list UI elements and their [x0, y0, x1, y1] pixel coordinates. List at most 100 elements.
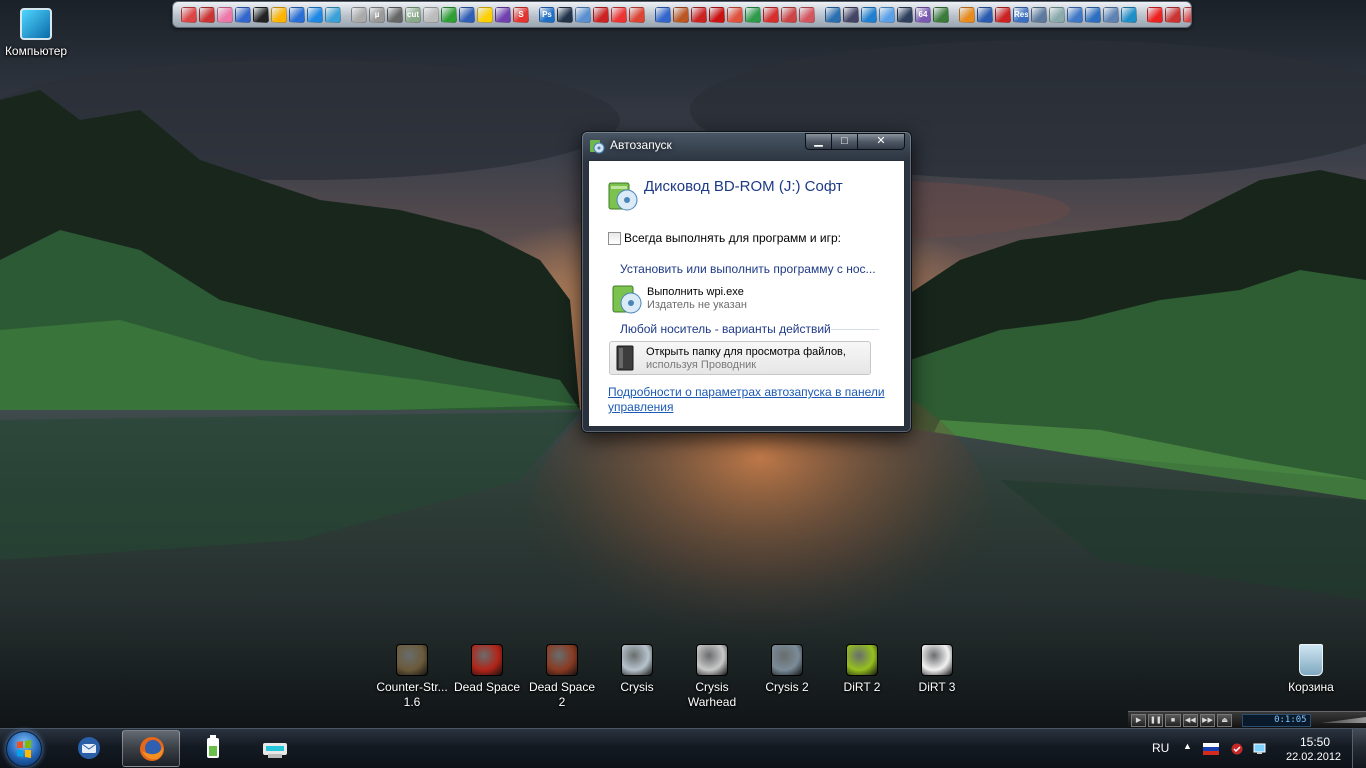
run-program-option[interactable]: Выполнить wpi.exe Издатель не указан — [611, 283, 879, 315]
clock-time[interactable]: 15:50 — [1300, 735, 1330, 749]
quickbar-app-icon[interactable] — [745, 6, 761, 23]
quickbar-app-icon[interactable] — [727, 6, 743, 23]
desktop-icon-game[interactable]: DiRT 2 — [825, 644, 899, 695]
start-button[interactable] — [6, 731, 42, 767]
quickbar-app-icon[interactable] — [799, 6, 815, 23]
quickbar-app-icon[interactable] — [575, 6, 591, 23]
quickbar-app-icon[interactable] — [477, 6, 493, 23]
show-desktop-button[interactable] — [1352, 729, 1366, 768]
taskbar-printer-app[interactable] — [246, 730, 304, 767]
pause-button[interactable]: ❚❚ — [1148, 713, 1164, 727]
quickbar-app-icon[interactable]: 64 — [915, 6, 931, 23]
quickbar-app-icon[interactable] — [691, 6, 707, 23]
quickbar-app-icon[interactable] — [387, 6, 403, 23]
security-tray-icon[interactable] — [1229, 743, 1245, 755]
quickbar-app-icon[interactable] — [825, 6, 841, 23]
software-disc-icon — [608, 182, 638, 211]
volume-slider[interactable] — [1320, 717, 1366, 723]
quickbar-app-icon[interactable] — [1085, 6, 1101, 23]
window-titlebar[interactable]: Автозапуск ▁ □ ✕ — [582, 132, 911, 159]
quickbar-app-icon[interactable] — [843, 6, 859, 23]
desktop-icon-label: Crysis 2 — [765, 680, 809, 694]
always-checkbox[interactable] — [608, 231, 621, 245]
quickbar-app-icon[interactable] — [1147, 6, 1163, 23]
quickbar-app-icon[interactable] — [861, 6, 877, 23]
quickbar-app-icon[interactable] — [763, 6, 779, 23]
quickbar-app-icon[interactable] — [1183, 6, 1191, 23]
quickbar-app-icon[interactable]: Ps — [539, 6, 555, 23]
quickbar-app-icon[interactable] — [253, 6, 269, 23]
quickbar-app-icon[interactable] — [181, 6, 197, 23]
desktop-icon-game[interactable]: Crysis Warhead — [675, 644, 749, 710]
eject-button[interactable]: ⏏ — [1217, 713, 1233, 727]
quickbar-app-icon[interactable]: cut — [405, 6, 421, 23]
quickbar-app-icon[interactable] — [593, 6, 609, 23]
quickbar-app-icon[interactable] — [217, 6, 233, 23]
quickbar-app-icon[interactable] — [495, 6, 511, 23]
desktop-icon-game[interactable]: Counter-Str... 1.6 — [375, 644, 449, 710]
quickbar-app-icon[interactable] — [933, 6, 949, 23]
russia-flag-icon[interactable] — [1203, 743, 1219, 755]
quickbar-app-icon[interactable]: µ — [369, 6, 385, 23]
quickbar-app-icon[interactable] — [1031, 6, 1047, 23]
taskbar-battery-app[interactable] — [184, 730, 242, 767]
quickbar-app-icon[interactable] — [709, 6, 725, 23]
quickbar-app-icon[interactable] — [289, 6, 305, 23]
quickbar-app-icon[interactable] — [1165, 6, 1181, 23]
quickbar-app-icon[interactable] — [959, 6, 975, 23]
stop-button[interactable]: ■ — [1165, 713, 1181, 727]
quickbar-app-icon[interactable]: Res — [1013, 6, 1029, 23]
media-player-mini: ▶ ❚❚ ■ ◀◀ ▶▶ ⏏ 0:1:05 — [1128, 711, 1366, 728]
taskbar-thunderbird[interactable] — [60, 730, 118, 767]
next-button[interactable]: ▶▶ — [1199, 713, 1216, 727]
maximize-button[interactable]: □ — [831, 133, 858, 150]
quickbar-app-icon[interactable] — [199, 6, 215, 23]
minimize-button[interactable]: ▁ — [805, 133, 832, 150]
quickbar-app-icon[interactable] — [1103, 6, 1119, 23]
quickbar-app-icon[interactable] — [441, 6, 457, 23]
desktop-icon-label: DiRT 3 — [918, 680, 956, 694]
desktop-icon-game[interactable]: Dead Space — [450, 644, 524, 695]
quickbar-app-icon[interactable] — [235, 6, 251, 23]
network-tray-icon[interactable] — [1253, 743, 1269, 755]
quickbar-app-icon[interactable] — [629, 6, 645, 23]
desktop-icon-game[interactable]: DiRT 3 — [900, 644, 974, 695]
quickbar-app-icon[interactable] — [325, 6, 341, 23]
recycle-bin-icon — [1299, 644, 1323, 676]
quickbar-app-icon[interactable] — [977, 6, 993, 23]
desktop-icon-computer[interactable]: Компьютер — [0, 8, 72, 59]
quickbar-app-icon[interactable] — [673, 6, 689, 23]
quickbar-app-icon[interactable] — [1049, 6, 1065, 23]
autoplay-settings-link[interactable]: Подробности о параметрах автозапуска в п… — [608, 385, 893, 415]
quickbar-app-icon[interactable] — [423, 6, 439, 23]
quickbar-app-icon[interactable] — [611, 6, 627, 23]
quickbar-app-icon[interactable]: S — [513, 6, 529, 23]
quickbar-app-icon[interactable] — [271, 6, 287, 23]
quickbar-app-icon[interactable] — [459, 6, 475, 23]
desktop-icon-recycle-bin[interactable]: Корзина — [1274, 644, 1348, 695]
language-indicator[interactable]: RU — [1152, 741, 1169, 755]
quickbar-app-icon[interactable] — [351, 6, 367, 23]
quickbar-app-icon[interactable] — [307, 6, 323, 23]
show-hidden-icons-button[interactable]: ▲ — [1183, 741, 1192, 751]
open-folder-option[interactable]: Открыть папку для просмотра файлов, испо… — [609, 341, 871, 375]
quickbar-app-icon[interactable] — [879, 6, 895, 23]
desktop-icon-game[interactable]: Crysis — [600, 644, 674, 695]
desktop-icon-game[interactable]: Dead Space 2 — [525, 644, 599, 710]
close-button[interactable]: ✕ — [857, 133, 905, 150]
quickbar-app-icon[interactable] — [1121, 6, 1137, 23]
quickbar-app-icon[interactable] — [995, 6, 1011, 23]
taskbar-firefox[interactable] — [122, 730, 180, 767]
clock-date[interactable]: 22.02.2012 — [1286, 751, 1341, 763]
quickbar-app-icon[interactable] — [557, 6, 573, 23]
crysis-2-icon — [771, 644, 803, 676]
play-button[interactable]: ▶ — [1131, 713, 1147, 727]
desktop-icon-label: Counter-Str... 1.6 — [376, 680, 448, 709]
quickbar-app-icon[interactable] — [1067, 6, 1083, 23]
previous-button[interactable]: ◀◀ — [1182, 713, 1198, 727]
desktop-icon-game[interactable]: Crysis 2 — [750, 644, 824, 695]
always-do-this-row[interactable]: Всегда выполнять для программ и игр: — [608, 231, 841, 245]
quickbar-app-icon[interactable] — [897, 6, 913, 23]
quickbar-app-icon[interactable] — [655, 6, 671, 23]
quickbar-app-icon[interactable] — [781, 6, 797, 23]
